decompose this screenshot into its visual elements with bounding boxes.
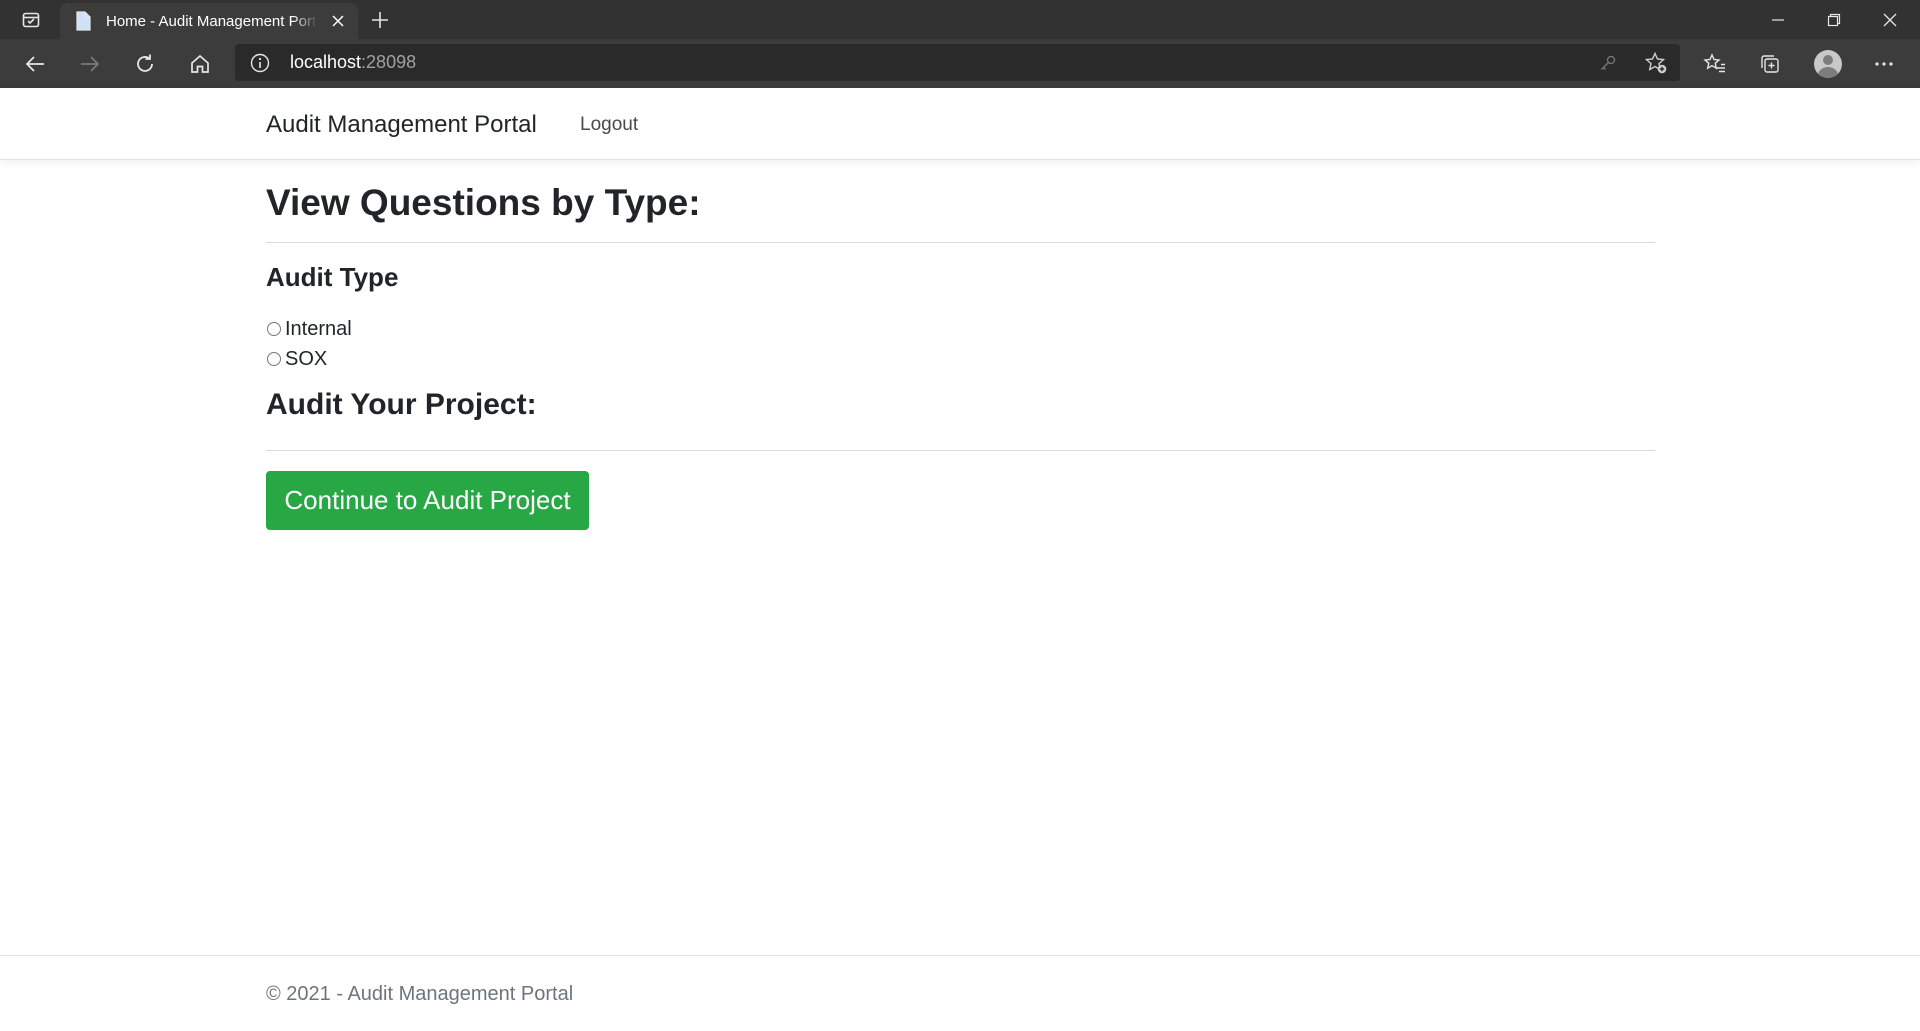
radio-label-sox: SOX: [285, 347, 328, 370]
site-navbar: Audit Management Portal Logout: [0, 88, 1920, 160]
radio-option-sox[interactable]: SOX: [266, 347, 327, 371]
window-close-icon[interactable]: [1862, 0, 1918, 39]
favorites-icon[interactable]: [1696, 45, 1734, 83]
restore-icon[interactable]: [1806, 0, 1862, 39]
home-icon[interactable]: [181, 45, 219, 83]
forward-arrow-icon[interactable]: [71, 45, 109, 83]
logout-link[interactable]: Logout: [580, 114, 638, 136]
browser-toolbar: localhost:28098: [0, 39, 1920, 88]
browser-tabstrip: Home - Audit Management Portal: [0, 0, 1920, 39]
radio-internal[interactable]: [267, 322, 281, 336]
refresh-icon[interactable]: [126, 45, 164, 83]
web-page: Audit Management Portal Logout View Ques…: [0, 88, 1920, 1030]
key-icon[interactable]: [1595, 50, 1621, 76]
avatar: [1814, 50, 1842, 78]
minimize-icon[interactable]: [1750, 0, 1806, 39]
plus-icon[interactable]: [368, 8, 392, 32]
address-bar[interactable]: localhost:28098: [235, 44, 1680, 81]
browser-tab-active[interactable]: Home - Audit Management Portal: [60, 3, 358, 39]
url-text[interactable]: localhost:28098: [290, 52, 416, 73]
navbar-brand[interactable]: Audit Management Portal: [266, 111, 537, 139]
more-icon[interactable]: [1865, 45, 1903, 83]
footer-copyright: © 2021 - Audit Management Portal: [266, 983, 574, 1005]
url-host: localhost: [290, 52, 362, 72]
continue-audit-button[interactable]: Continue to Audit Project: [266, 471, 589, 530]
radio-option-internal[interactable]: Internal: [266, 317, 352, 341]
divider: [266, 450, 1655, 451]
url-port: :28098: [361, 52, 417, 72]
collections-icon[interactable]: [1751, 45, 1789, 83]
radio-sox[interactable]: [267, 352, 281, 366]
tab-actions-icon[interactable]: [14, 8, 48, 32]
tab-title: Home - Audit Management Portal: [106, 12, 318, 30]
star-add-icon[interactable]: [1643, 50, 1669, 76]
close-icon[interactable]: [328, 11, 348, 31]
info-icon[interactable]: [249, 52, 271, 74]
audit-project-heading: Audit Your Project:: [266, 388, 537, 421]
page-icon: [73, 11, 93, 31]
divider: [266, 242, 1655, 243]
audit-type-heading: Audit Type: [266, 262, 399, 292]
back-arrow-icon[interactable]: [16, 45, 54, 83]
site-footer: © 2021 - Audit Management Portal: [0, 955, 1920, 1031]
profile-avatar-icon[interactable]: [1809, 45, 1847, 83]
radio-label-internal: Internal: [285, 317, 352, 340]
view-questions-heading: View Questions by Type:: [266, 182, 701, 223]
